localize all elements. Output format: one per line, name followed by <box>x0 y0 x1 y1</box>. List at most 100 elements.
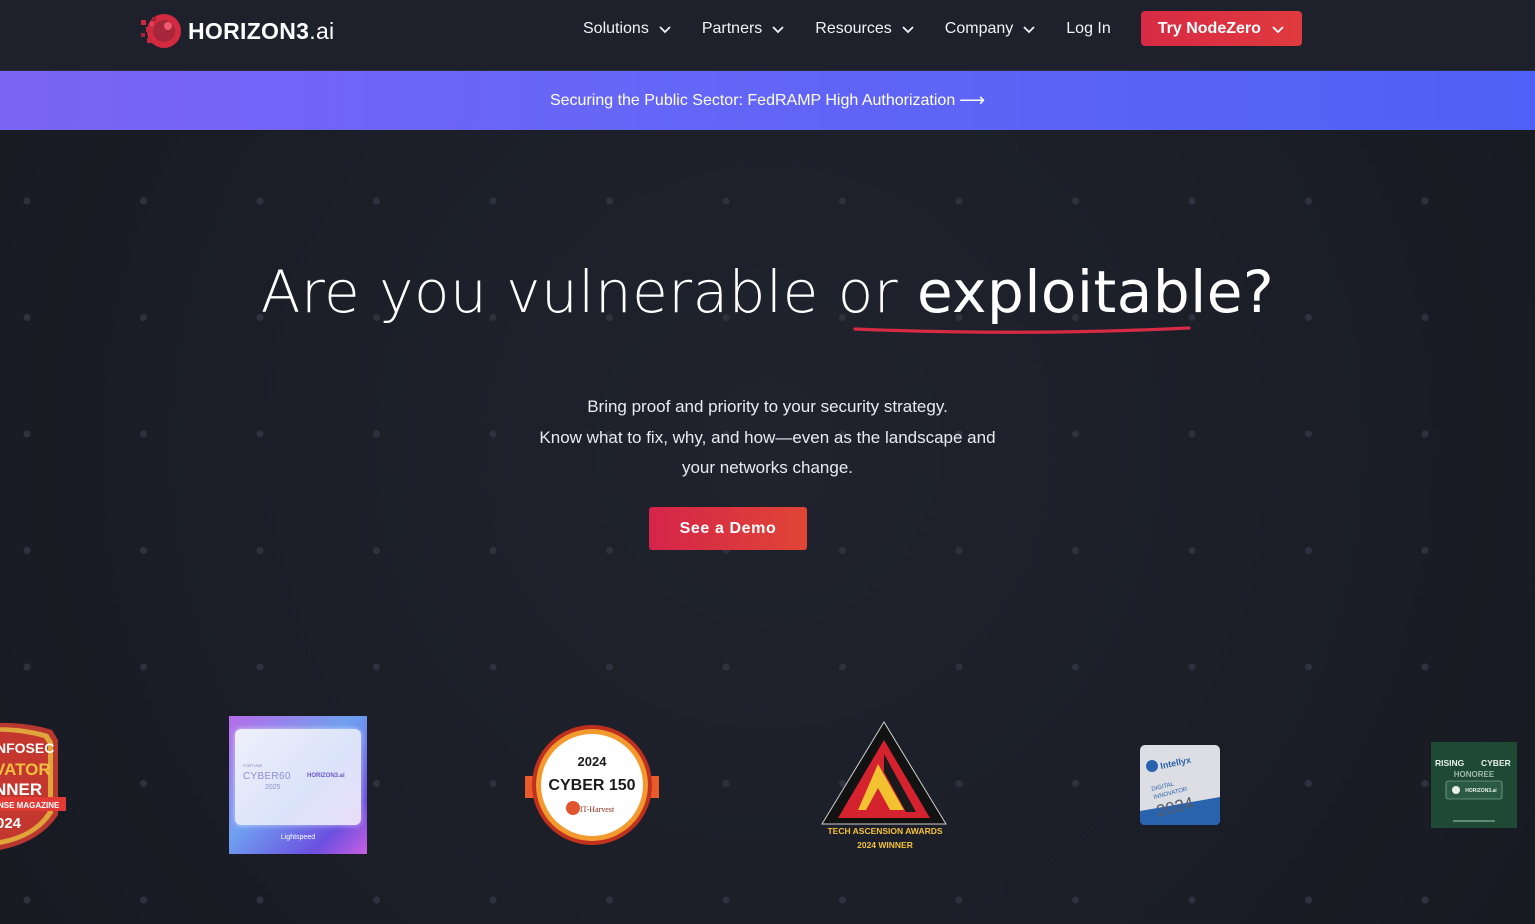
cyber150-year: 2024 <box>578 754 608 769</box>
grid-dot <box>1421 896 1429 904</box>
grid-dot <box>722 197 730 205</box>
nav-item-company[interactable]: Company <box>945 20 1036 38</box>
grid-dot <box>256 197 264 205</box>
grid-dot <box>139 663 148 671</box>
announcement-link[interactable]: Securing the Public Sector: FedRAMP High… <box>550 90 985 111</box>
infosec-line-4: NSE MAGAZINE <box>0 801 60 810</box>
grid-dot <box>139 546 148 555</box>
hero-subtext-line: Bring proof and priority to your securit… <box>587 397 948 416</box>
grid-dot <box>256 663 264 671</box>
cyber150-title: CYBER 150 <box>548 777 635 794</box>
headline-highlight: exploitable? <box>917 258 1275 326</box>
grid-dot <box>372 896 381 904</box>
grid-dot <box>23 663 31 671</box>
grid-dot <box>489 546 497 555</box>
tech-award-line-2: 2024 WINNER <box>857 840 913 850</box>
grid-dot <box>489 896 497 904</box>
nav-item-partners[interactable]: Partners <box>702 20 785 38</box>
infosec-line-1: NFOSEC <box>0 740 54 756</box>
logo-wordmark: HORIZON3.ai <box>188 17 335 44</box>
tech-award-line-1: TECH ASCENSION AWARDS <box>827 826 942 836</box>
hero-subtext-line: your networks change. <box>681 458 854 477</box>
main-menu: Solutions Partners Resources Company Log… <box>583 0 1302 57</box>
cyber60-year: 2025 <box>265 784 281 791</box>
cyber60-fortune-label: FORTUNE <box>243 763 263 768</box>
grid-dot <box>1071 779 1080 788</box>
hero-headline: Are you vulnerable or exploitable? <box>0 258 1535 326</box>
headline-prefix: Are you vulnerable or <box>260 258 918 326</box>
nav-item-label: Company <box>944 19 1014 37</box>
chevron-down-icon <box>772 25 784 33</box>
grid-dot <box>605 197 614 205</box>
chevron-down-icon <box>1272 25 1284 33</box>
grid-dot <box>955 896 963 904</box>
headline-underline <box>853 326 1191 334</box>
grid-dot <box>372 546 381 555</box>
grid-dot <box>838 197 847 205</box>
horizon3-logo-icon <box>141 14 181 48</box>
cyber60-brand: HORIZON3.ai <box>307 773 345 779</box>
grid-dot <box>1304 546 1313 555</box>
rising-brand: HORIZON3.ai <box>1465 788 1497 794</box>
grid-dot <box>605 896 614 904</box>
grid-dot <box>1188 546 1196 555</box>
rising-line-3: HONOREE <box>1454 770 1495 779</box>
grid-dot <box>489 197 497 205</box>
nav-item-solutions[interactable]: Solutions <box>583 20 672 38</box>
grid-dot <box>605 663 614 671</box>
grid-dot <box>955 663 963 671</box>
grid-dot <box>1071 663 1080 671</box>
grid-dot <box>1071 546 1080 555</box>
grid-dot <box>722 663 730 671</box>
see-demo-label: See a Demo <box>679 519 777 537</box>
grid-dot <box>23 197 31 205</box>
grid-dot <box>838 896 847 904</box>
grid-dot <box>372 779 381 788</box>
grid-dot <box>1421 779 1429 788</box>
grid-dot <box>1421 197 1429 205</box>
grid-dot <box>955 546 963 555</box>
lightspeed-label: Lightspeed <box>280 834 316 841</box>
login-link[interactable]: Log In <box>1066 20 1110 38</box>
see-demo-button[interactable]: See a Demo <box>649 507 807 550</box>
grid-dot <box>489 663 497 671</box>
top-navigation: HORIZON3.ai Solutions Partners Resources… <box>0 0 1535 71</box>
grid-dot <box>1304 663 1313 671</box>
cyber-150-award-badge: 2024 CYBER 150 IT-Harvest <box>525 725 659 845</box>
nav-item-label: Partners <box>701 19 763 37</box>
grid-dot <box>23 896 31 904</box>
infosec-line-2: VATOR <box>0 760 51 779</box>
grid-dot <box>1071 197 1080 205</box>
grid-dot <box>605 546 614 555</box>
grid-dot <box>372 197 381 205</box>
tech-ascension-award-badge: TECH ASCENSION AWARDS 2024 WINNER <box>821 721 947 850</box>
grid-dot <box>955 779 963 788</box>
rising-line-2: CYBER <box>1481 758 1511 768</box>
grid-dot <box>139 896 148 904</box>
grid-dot <box>1071 896 1080 904</box>
grid-dot <box>722 779 730 788</box>
hero-subtext: Bring proof and priority to your securit… <box>0 392 1535 484</box>
announcement-banner: Securing the Public Sector: FedRAMP High… <box>0 71 1535 130</box>
infosec-innovator-award-badge: NFOSEC VATOR NNER NSE MAGAZINE 024 <box>0 722 66 850</box>
grid-dot <box>372 663 381 671</box>
chevron-down-icon <box>902 25 914 33</box>
cyber150-org: IT-Harvest <box>580 805 615 814</box>
logo[interactable]: HORIZON3.ai <box>138 12 334 50</box>
chevron-down-icon <box>1023 25 1035 33</box>
announcement-text: Securing the Public Sector: FedRAMP High… <box>549 91 956 109</box>
nav-item-resources[interactable]: Resources <box>815 20 914 38</box>
nav-item-label: Resources <box>815 19 892 37</box>
grid-dot <box>1188 663 1196 671</box>
grid-dot <box>1188 896 1196 904</box>
try-nodezero-label: Try NodeZero <box>1157 19 1261 37</box>
rising-line-1: RISING <box>1435 758 1465 768</box>
chevron-down-icon <box>659 25 671 33</box>
infosec-line-5: 024 <box>0 815 22 832</box>
grid-dot <box>838 663 847 671</box>
page: HORIZON3.ai Solutions Partners Resources… <box>0 0 1535 924</box>
grid-dot <box>256 896 264 904</box>
hero-subtext-line: Know what to fix, why, and how—even as t… <box>539 427 996 447</box>
nav-item-label: Solutions <box>583 19 649 37</box>
try-nodezero-button[interactable]: Try NodeZero <box>1140 11 1302 46</box>
